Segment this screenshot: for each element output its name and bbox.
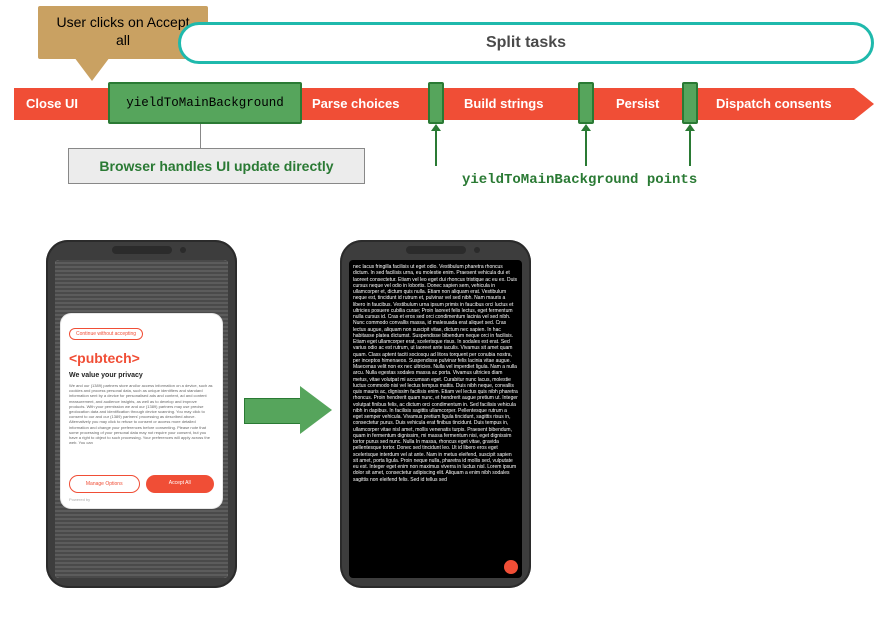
segment-dispatch: Dispatch consents — [716, 88, 832, 120]
split-tasks-pill: Split tasks — [178, 22, 874, 64]
yield-gap-2 — [578, 82, 594, 124]
yield-gap-3 — [682, 82, 698, 124]
phone-after: nec lacus fringilla facilisis ut eget od… — [340, 240, 531, 588]
continue-without-button[interactable]: Continue without accepting — [69, 328, 143, 340]
consent-dialog: Continue without accepting <pubtech> We … — [61, 314, 222, 508]
consent-actions: Manage Options Accept All — [69, 475, 214, 493]
phone-before: Continue without accepting <pubtech> We … — [46, 240, 237, 588]
yield-point-arrow-2 — [585, 130, 587, 166]
privacy-body: We and our (1389) partners store and/or … — [69, 383, 214, 469]
phone-before-screen: Continue without accepting <pubtech> We … — [55, 260, 228, 578]
phone-notch — [112, 246, 172, 254]
phone-after-content: nec lacus fringilla facilisis ut eget od… — [353, 264, 518, 483]
floating-action-button[interactable] — [504, 560, 518, 574]
privacy-headline: We value your privacy — [69, 372, 214, 379]
yield-point-arrow-3 — [689, 130, 691, 166]
connector-line — [200, 124, 201, 148]
yield-background-box: yieldToMainBackground — [108, 82, 302, 124]
diagram-root: User clicks on Accept all Split tasks Cl… — [0, 0, 888, 619]
phone-notch — [406, 246, 466, 254]
browser-handles-label: Browser handles UI update directly — [99, 158, 333, 174]
powered-by-label: Powered by — [69, 497, 214, 502]
segment-persist: Persist — [616, 88, 659, 120]
accept-all-button[interactable]: Accept All — [146, 475, 215, 493]
segment-build-strings: Build strings — [464, 88, 543, 120]
timeline: Close UI yieldToMainBackground Parse cho… — [14, 88, 874, 120]
manage-options-button[interactable]: Manage Options — [69, 475, 140, 493]
transition-arrow — [244, 386, 334, 434]
pubtech-logo: <pubtech> — [69, 350, 214, 366]
callout-text: User clicks on Accept all — [56, 14, 189, 48]
browser-handles-box: Browser handles UI update directly — [68, 148, 365, 184]
yield-background-label: yieldToMainBackground — [126, 96, 284, 110]
segment-close-ui: Close UI — [26, 88, 78, 120]
yield-gap-1 — [428, 82, 444, 124]
phone-after-screen: nec lacus fringilla facilisis ut eget od… — [349, 260, 522, 578]
yield-points-label: yieldToMainBackground points — [462, 172, 697, 188]
yield-point-arrow-1 — [435, 130, 437, 166]
segment-parse-choices: Parse choices — [312, 88, 399, 120]
split-tasks-label: Split tasks — [486, 34, 566, 52]
